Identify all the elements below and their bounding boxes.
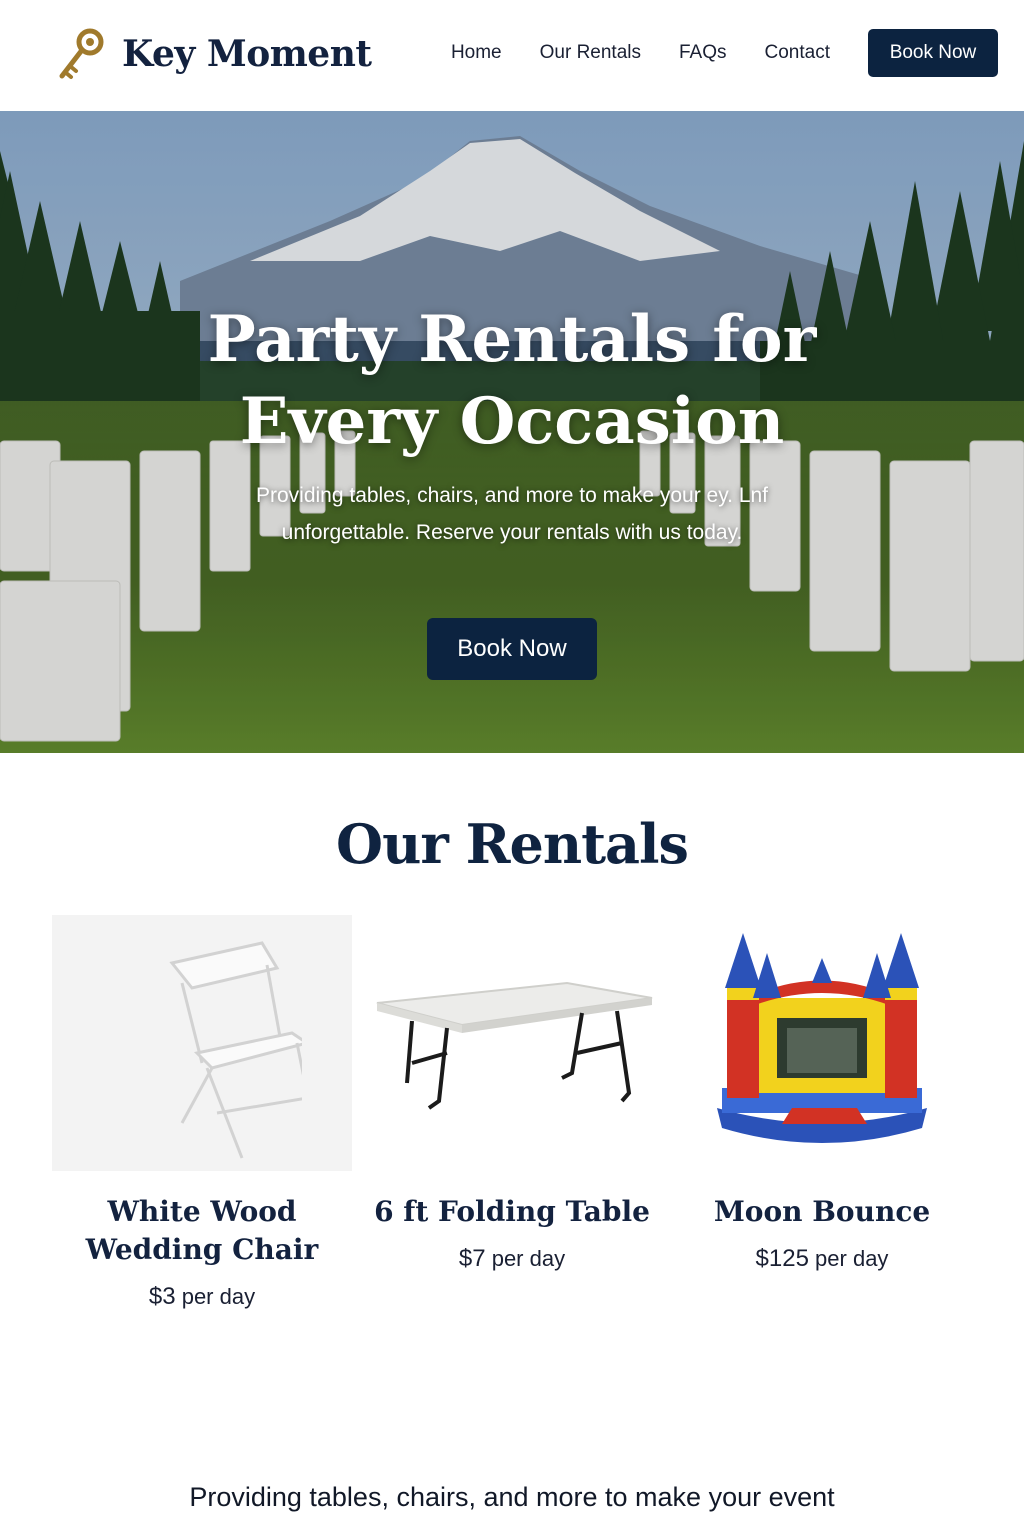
rental-card-chair[interactable]: White Wood Wedding Chair $3 per day	[52, 915, 352, 1311]
footer-tagline: Providing tables, chairs, and more to ma…	[189, 1482, 835, 1512]
hero-section: Party Rentals for Every Occasion Providi…	[0, 111, 1024, 753]
brand-logo[interactable]: Key Moment	[56, 26, 372, 82]
hero-title: Party Rentals for Every Occasion	[0, 299, 1024, 463]
moon-bounce-image	[672, 915, 972, 1171]
hero-title-line-2: Every Occasion	[239, 384, 785, 459]
chair-image	[52, 915, 352, 1171]
rental-name: White Wood Wedding Chair	[85, 1195, 319, 1266]
rental-card-table[interactable]: 6 ft Folding Table $7 per day	[362, 915, 662, 1273]
rental-card-moon-bounce[interactable]: Moon Bounce $125 per day	[672, 915, 972, 1273]
hero-title-line-1: Party Rentals for	[207, 302, 817, 377]
hero-content: Party Rentals for Every Occasion Providi…	[0, 111, 1024, 753]
main-nav: Home Our Rentals FAQs Contact Book Now	[451, 29, 998, 77]
nav-our-rentals[interactable]: Our Rentals	[540, 42, 641, 64]
rental-name: 6 ft Folding Table	[374, 1195, 650, 1228]
key-icon	[59, 28, 104, 79]
rental-price: $7 per day	[458, 1245, 566, 1272]
rental-price: $3 per day	[148, 1283, 256, 1310]
rental-price: $125 per day	[755, 1245, 889, 1272]
nav-contact[interactable]: Contact	[765, 42, 830, 64]
brand-name: Key Moment	[122, 33, 372, 75]
hero-subtitle: Providing tables, chairs, and more to ma…	[255, 484, 769, 544]
nav-faqs[interactable]: FAQs	[679, 42, 727, 64]
header-book-now-button[interactable]: Book Now	[868, 29, 998, 77]
table-image	[362, 915, 662, 1171]
rental-name: Moon Bounce	[713, 1195, 931, 1228]
site-header: Key Moment Home Our Rentals FAQs Contact…	[0, 0, 1024, 111]
rentals-section-title: Our Rentals	[336, 812, 689, 876]
hero-book-now-button[interactable]: Book Now	[427, 618, 597, 680]
nav-home[interactable]: Home	[451, 42, 502, 64]
